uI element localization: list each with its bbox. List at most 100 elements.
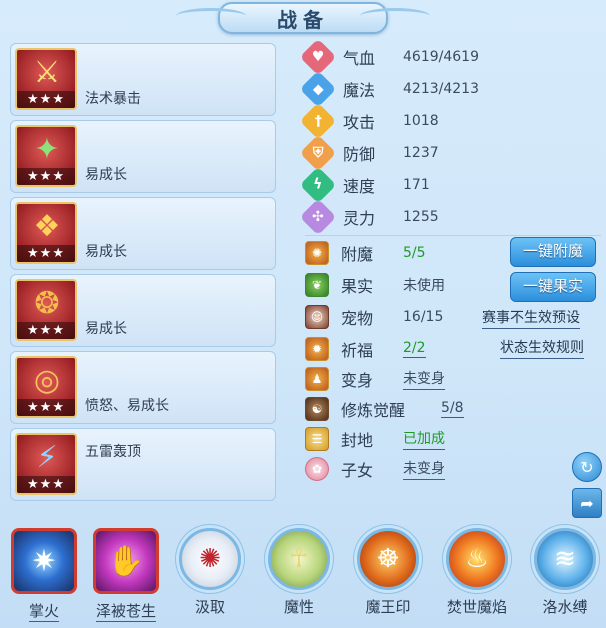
attr-value: 5/5 xyxy=(403,245,426,261)
hand-icon: ✋ xyxy=(93,528,159,594)
equipment-label: 法术暴击 xyxy=(85,91,141,107)
stat-value: 1237 xyxy=(403,145,439,161)
stat-row-spirit: ✣ 灵力 1255 xyxy=(299,198,605,236)
equipment-list: ⚔ ★★★ 法术暴击 ✦ ★★★ 易成长 ❖ ★★★ 易成长 ❂ ★★★ 易成长 ◎ ★★… xyxy=(10,43,276,505)
equipment-slot-3[interactable]: ❖ ★★★ 易成长 xyxy=(10,197,276,270)
one-click-enchant-button[interactable]: 一键附魔 xyxy=(510,237,596,267)
equipment-label: 愤怒、易成长 xyxy=(85,398,169,414)
attr-value: 未使用 xyxy=(403,278,445,294)
equipment-stars: ★★★ xyxy=(17,476,75,493)
stat-row-speed: ϟ 速度 171 xyxy=(299,166,605,204)
equipment-label: 易成长 xyxy=(85,244,127,260)
skill-label: 汲取 xyxy=(194,598,225,616)
attr-row-fief: ☰ 封地 已加成 xyxy=(305,424,605,454)
equipment-stars: ★★★ xyxy=(17,322,75,339)
equipment-stars: ★★★ xyxy=(17,245,75,262)
transform-icon: ♟ xyxy=(305,367,329,391)
attr-row-children: ✿ 子女 未变身 xyxy=(305,454,605,484)
title-ornament-right xyxy=(360,8,430,24)
necklace-icon: ❂ ★★★ xyxy=(15,279,77,341)
skill-label: 洛水缚 xyxy=(542,598,588,616)
fruit-icon: ❦ xyxy=(305,273,329,297)
swirl-icon: ✺ xyxy=(179,528,241,590)
attr-label: 修炼觉醒 xyxy=(341,401,406,420)
equipment-slot-5[interactable]: ◎ ★★★ 愤怒、易成长 xyxy=(10,351,276,424)
attr-value[interactable]: 未变身 xyxy=(403,458,445,480)
stat-row-mp: ◆ 魔法 4213/4213 xyxy=(299,70,605,108)
weapon-icon: ⚔ ★★★ xyxy=(15,48,77,110)
fire-palm-icon: ✷ xyxy=(11,528,77,594)
equipment-label: 易成长 xyxy=(85,167,127,183)
stat-row-attack: † 攻击 1018 xyxy=(299,102,605,140)
equipment-slot-6[interactable]: ⚡ ★★★ 五雷轰顶 xyxy=(10,428,276,501)
refresh-icon[interactable]: ↻ xyxy=(572,452,602,482)
attr-value[interactable]: 5/8 xyxy=(441,400,464,418)
attr-label: 封地 xyxy=(341,431,374,450)
equipment-label: 易成长 xyxy=(85,321,127,337)
skill-luoshuifu[interactable]: ≋ 洛水缚 xyxy=(525,524,605,624)
equipment-slot-2[interactable]: ✦ ★★★ 易成长 xyxy=(10,120,276,193)
attr-label: 宠物 xyxy=(341,309,374,328)
child-icon: ✿ xyxy=(305,457,329,481)
skill-zebeicangsheng[interactable]: ✋ 泽被苍生 xyxy=(86,524,166,624)
skill-zhanghuo[interactable]: ✷ 掌火 xyxy=(4,524,84,624)
cultivation-icon: ☯ xyxy=(305,397,329,421)
title-bar: 战备 xyxy=(0,0,606,38)
stat-label: 气血 xyxy=(343,49,376,68)
equipment-stars: ★★★ xyxy=(17,91,75,108)
boots-icon: ⚡ ★★★ xyxy=(15,433,77,495)
heart-icon: ♥ xyxy=(299,38,337,76)
equipment-stars: ★★★ xyxy=(17,168,75,185)
status-rules-link[interactable]: 状态生效规则 xyxy=(500,337,584,359)
skills-bar: ✷ 掌火 ✋ 泽被苍生 ✺ 汲取 ☥ 魔性 ☸ 魔王印 ♨ 焚世魔焰 ≋ 洛水缚 xyxy=(0,524,606,628)
skill-fenshimoyan[interactable]: ♨ 焚世魔焰 xyxy=(437,524,517,624)
skill-jiqu[interactable]: ✺ 汲取 xyxy=(170,524,250,624)
stat-value: 1018 xyxy=(403,113,439,129)
attr-value: 16/15 xyxy=(403,309,444,325)
skill-label: 焚世魔焰 xyxy=(446,598,507,616)
one-click-fruit-button[interactable]: 一键果实 xyxy=(510,272,596,302)
skill-mowangyin[interactable]: ☸ 魔王印 xyxy=(348,524,428,624)
share-icon[interactable]: ➦ xyxy=(572,488,602,518)
figure-icon: ☥ xyxy=(268,528,330,590)
stat-label: 攻击 xyxy=(343,113,376,132)
belt-icon: ◎ ★★★ xyxy=(15,356,77,418)
stat-row-defense: ⛨ 防御 1237 xyxy=(299,134,605,172)
attr-label: 果实 xyxy=(341,277,374,296)
skill-moxing[interactable]: ☥ 魔性 xyxy=(259,524,339,624)
stat-value: 4619/4619 xyxy=(403,49,479,65)
stat-value: 4213/4213 xyxy=(403,81,479,97)
skill-label: 魔王印 xyxy=(365,598,411,616)
divider xyxy=(305,235,601,236)
stat-value: 171 xyxy=(403,177,430,193)
event-preset-link[interactable]: 赛事不生效预设 xyxy=(482,307,580,329)
flame-icon: ♨ xyxy=(446,528,508,590)
skill-label: 掌火 xyxy=(28,602,59,622)
equipment-slot-1[interactable]: ⚔ ★★★ 法术暴击 xyxy=(10,43,276,116)
stat-label: 速度 xyxy=(343,177,376,196)
lightning-icon: ϟ xyxy=(299,166,337,204)
blessing-icon: ✹ xyxy=(305,337,329,361)
stat-label: 灵力 xyxy=(343,209,376,228)
armor-icon: ❖ ★★★ xyxy=(15,202,77,264)
spirit-icon: ✣ xyxy=(299,198,337,236)
attr-label: 祈福 xyxy=(341,341,374,360)
skill-label: 魔性 xyxy=(283,598,314,616)
attr-value[interactable]: 2/2 xyxy=(403,340,426,358)
attr-value[interactable]: 未变身 xyxy=(403,368,445,390)
attr-label: 子女 xyxy=(341,461,374,480)
attr-row-transform: ♟ 变身 未变身 xyxy=(305,364,605,394)
seal-icon: ☸ xyxy=(357,528,419,590)
equipment-label: 五雷轰顶 xyxy=(85,444,141,460)
diamond-icon: ◆ xyxy=(299,70,337,108)
attr-value[interactable]: 已加成 xyxy=(403,428,445,450)
enchant-icon: ✺ xyxy=(305,241,329,265)
attr-row-cultivation: ☯ 修炼觉醒 5/8 xyxy=(305,394,605,424)
stat-row-hp: ♥ 气血 4619/4619 xyxy=(299,38,605,76)
scroll-icon: ☰ xyxy=(305,427,329,451)
equipment-slot-4[interactable]: ❂ ★★★ 易成长 xyxy=(10,274,276,347)
stat-label: 魔法 xyxy=(343,81,376,100)
shield-icon: ⛨ xyxy=(299,134,337,172)
pet-icon: ☺ xyxy=(305,305,329,329)
title-ornament-left xyxy=(176,8,246,24)
